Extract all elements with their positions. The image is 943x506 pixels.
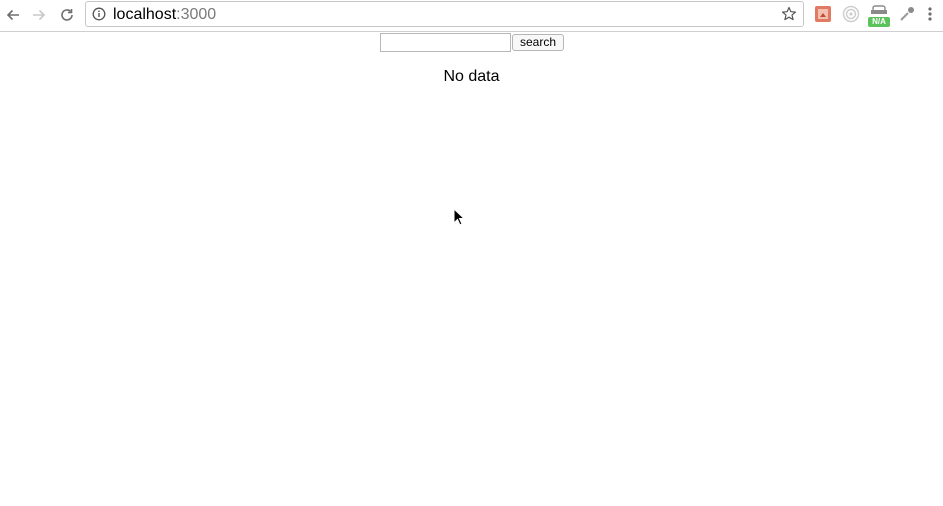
- back-arrow-icon: [6, 9, 19, 21]
- extension-dropper-button[interactable]: [898, 5, 918, 25]
- browser-toolbar: localhost:3000 N/A: [0, 0, 943, 32]
- url-host: localhost: [113, 6, 177, 23]
- back-button[interactable]: [2, 4, 24, 26]
- address-bar[interactable]: localhost:3000: [85, 1, 804, 27]
- search-button[interactable]: search: [512, 34, 565, 51]
- extension-one-icon: [815, 6, 831, 22]
- info-icon[interactable]: [92, 7, 106, 21]
- browser-menu-button[interactable]: [925, 5, 935, 25]
- reload-button[interactable]: [56, 4, 78, 26]
- kebab-menu-icon: [928, 7, 932, 21]
- target-icon: [842, 5, 860, 23]
- url-text: localhost:3000: [113, 6, 216, 24]
- search-input[interactable]: [380, 33, 511, 52]
- search-form: search: [380, 33, 565, 52]
- forward-arrow-icon: [33, 9, 46, 21]
- empty-state-message: No data: [443, 68, 500, 85]
- reload-icon: [61, 9, 73, 21]
- extension-one-button[interactable]: [814, 5, 834, 25]
- mouse-cursor-icon: [453, 208, 465, 226]
- forward-button[interactable]: [28, 4, 50, 26]
- extension-na-button[interactable]: N/A: [868, 5, 890, 27]
- na-badge: N/A: [868, 17, 890, 27]
- extension-target-button[interactable]: [842, 5, 862, 25]
- bookmark-star-icon[interactable]: [781, 6, 797, 22]
- eyedropper-icon: [900, 7, 914, 21]
- url-port: :3000: [176, 6, 217, 23]
